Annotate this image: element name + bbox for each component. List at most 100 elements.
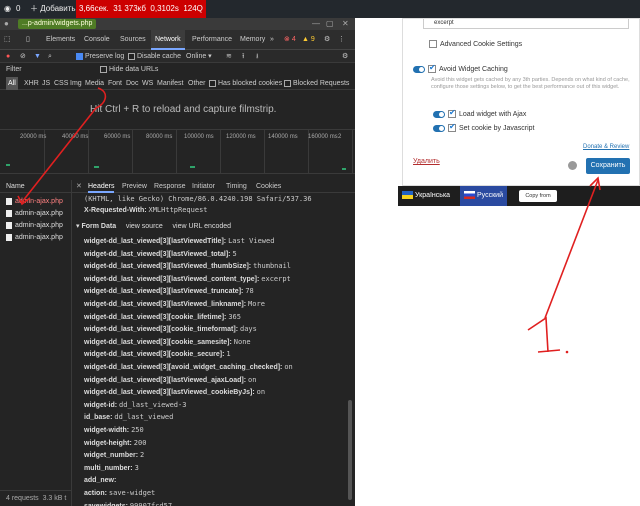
preserve-log-checkbox[interactable]: Preserve log [76, 50, 124, 63]
form-data-section[interactable]: ▾ Form Data view source view URL encoded [76, 221, 231, 232]
ukraine-flag-icon [402, 191, 413, 200]
tab-memory[interactable]: Memory [240, 30, 265, 50]
throttle-select[interactable]: Online ▾ [186, 50, 212, 63]
search-icon[interactable]: ⌕ [48, 50, 52, 63]
add-new-button[interactable]: ＋ Добавить [30, 0, 76, 18]
avoid-caching-control[interactable]: Avoid Widget Caching [413, 63, 508, 73]
type-js[interactable]: JS [42, 77, 50, 90]
form-value: 250 [131, 426, 144, 434]
maximize-icon[interactable]: ▢ [326, 18, 334, 30]
tab-performance[interactable]: Performance [192, 30, 232, 50]
error-count[interactable]: ⊗ 4 [284, 30, 296, 50]
name-column-header[interactable]: Name [0, 180, 72, 193]
tab-initiator[interactable]: Initiator [192, 180, 215, 193]
tab-response[interactable]: Response [154, 180, 186, 193]
donate-link[interactable]: Donate & Review [583, 144, 629, 150]
kebab-menu-icon[interactable]: ⋮ [338, 30, 345, 50]
type-other[interactable]: Other [188, 77, 206, 90]
form-key: widget-dd_last_viewed[3][cookie_secure]: [84, 351, 225, 359]
form-value: on [248, 375, 257, 384]
inspect-icon[interactable]: ⬚ [4, 30, 11, 50]
close-detail-icon[interactable]: ✕ [76, 180, 82, 193]
tab-timing[interactable]: Timing [226, 180, 247, 193]
load-ajax-label: Load widget with Ajax [459, 110, 527, 118]
detail-scrollbar[interactable] [348, 400, 352, 500]
close-icon[interactable]: ✕ [342, 18, 349, 30]
query-monitor-stats[interactable]: 3,66сек. 31 373кб 0,3102s 124Q [76, 0, 206, 18]
advanced-cookie-label: Advanced Cookie Settings [440, 40, 523, 48]
type-ws[interactable]: WS [142, 77, 153, 90]
blocked-requests-checkbox[interactable]: Blocked Requests [284, 77, 349, 90]
throttle-value: Online [186, 53, 207, 60]
export-icon[interactable]: ⭳ [256, 50, 258, 63]
view-source-link[interactable]: view source [126, 223, 163, 230]
user-agent-value: (KHTML, like Gecko) Chrome/86.0.4240.198… [84, 195, 312, 203]
type-img[interactable]: Img [70, 77, 82, 90]
minimize-icon[interactable]: — [312, 18, 320, 30]
form-data-row: widget-dd_last_viewed[3][cookie_lifetime… [84, 312, 241, 323]
request-row[interactable]: admin-ajax.php [0, 232, 72, 243]
lang-ukrainian[interactable]: Українська [402, 186, 450, 206]
timeline-tick: 140000 ms [268, 134, 298, 140]
type-font[interactable]: Font [108, 77, 122, 90]
timeline-overview[interactable]: 20000 ms 40000 ms 60000 ms 80000 ms 1000… [0, 130, 355, 174]
form-key: widget-dd_last_viewed[3][lastViewed_cont… [84, 275, 260, 283]
content-type-select[interactable]: excerpt [423, 19, 629, 29]
wordpress-icon[interactable]: ◉ [4, 0, 11, 18]
filter-icon[interactable]: ▼ [34, 50, 41, 63]
form-key: widget-dd_last_viewed[3][cookie_samesite… [84, 338, 232, 346]
tab-console[interactable]: Console [84, 30, 110, 50]
tab-elements[interactable]: Elements [46, 30, 75, 50]
settings-gear-icon[interactable]: ⚙ [324, 30, 330, 50]
request-blip [190, 166, 195, 168]
filter-label: Filter [6, 66, 22, 73]
type-media[interactable]: Media [85, 77, 104, 90]
copy-from-button[interactable]: Copy from [519, 190, 557, 202]
delete-link[interactable]: Удалить [413, 158, 440, 165]
request-row[interactable]: admin-ajax.php [0, 220, 72, 231]
import-icon[interactable]: ⭱ [242, 50, 244, 63]
form-key: widget-dd_last_viewed[3][lastViewed_thum… [84, 263, 252, 271]
toggle-icon [413, 65, 425, 73]
warning-count[interactable]: ▲ 9 [302, 30, 315, 50]
type-xhr[interactable]: XHR [24, 77, 39, 90]
timeline-gridline [132, 130, 133, 174]
form-key: savewidgets: [84, 503, 128, 506]
tab-cookies[interactable]: Cookies [256, 180, 281, 193]
save-button[interactable]: Сохранить [586, 158, 630, 174]
lang-russian[interactable]: Русский [460, 186, 507, 206]
detail-tabs: ✕ Headers Preview Response Initiator Tim… [72, 180, 355, 193]
form-data-row: widget-dd_last_viewed[3][lastViewed_thum… [84, 261, 291, 272]
tab-sources[interactable]: Sources [120, 30, 146, 50]
type-css[interactable]: CSS [54, 77, 68, 90]
type-all[interactable]: All [6, 77, 18, 90]
request-blip [94, 166, 99, 168]
set-cookie-js-control[interactable]: Set cookie by Javascript [433, 122, 534, 132]
request-blip [6, 164, 10, 166]
tab-preview[interactable]: Preview [122, 180, 147, 193]
request-row[interactable]: admin-ajax.php [0, 208, 72, 219]
disable-cache-checkbox[interactable]: Disable cache [128, 50, 181, 63]
comments-counter[interactable]: 0 [16, 0, 20, 18]
type-doc[interactable]: Doc [126, 77, 138, 90]
view-url-encoded-link[interactable]: view URL encoded [173, 223, 232, 230]
filter-input[interactable]: Filter [6, 63, 22, 76]
form-value: days [239, 325, 257, 334]
device-toolbar-icon[interactable]: ▯ [26, 30, 30, 50]
clear-icon[interactable]: ⊘ [20, 50, 26, 63]
record-icon[interactable]: ● [6, 50, 10, 63]
network-settings-icon[interactable]: ⚙ [342, 50, 348, 63]
tab-network[interactable]: Network [151, 30, 185, 50]
has-blocked-cookies-checkbox[interactable]: Has blocked cookies [209, 77, 282, 90]
hide-data-urls-checkbox[interactable]: Hide data URLs [100, 63, 158, 76]
load-ajax-control[interactable]: Load widget with Ajax [433, 108, 527, 118]
request-row[interactable]: admin-ajax.php [0, 196, 72, 207]
type-manifest[interactable]: Manifest [157, 77, 183, 90]
hide-data-urls-label: Hide data URLs [109, 66, 159, 73]
requested-with-header: X-Requested-With: XMLHttpRequest [84, 205, 208, 216]
advanced-cookie-checkbox[interactable]: Advanced Cookie Settings [429, 40, 522, 48]
request-name: admin-ajax.php [15, 210, 63, 217]
tab-headers[interactable]: Headers [88, 180, 115, 193]
wifi-icon[interactable]: ≋ [226, 50, 232, 63]
more-tabs-icon[interactable]: » [270, 30, 274, 50]
